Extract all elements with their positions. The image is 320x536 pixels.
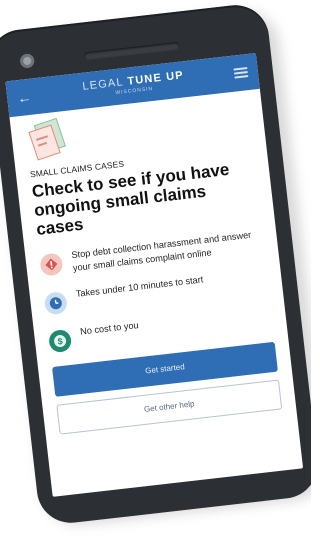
arrow-left-icon[interactable]: ← [16, 89, 34, 106]
feature-text: No cost to you [79, 319, 140, 337]
hamburger-menu-icon[interactable] [233, 67, 249, 79]
dollar-icon: $ [47, 328, 73, 354]
feature-text: Stop debt collection harassment and answ… [70, 229, 252, 273]
camera-icon [19, 53, 35, 69]
documents-illustration [28, 117, 68, 161]
app-logo: LEGAL TUNE UP WISCONSIN [82, 69, 185, 99]
canvas: ← LEGAL TUNE UP WISCONSIN SMALL CLAIMS C… [0, 0, 311, 536]
speaker-grille [83, 41, 180, 61]
main-content: SMALL CLAIMS CASES Check to see if you h… [9, 89, 296, 436]
clock-icon [43, 291, 68, 316]
alert-icon [39, 252, 64, 277]
feature-text: Takes under 10 minutes to start [75, 274, 204, 299]
phone-screen: ← LEGAL TUNE UP WISCONSIN SMALL CLAIMS C… [5, 53, 304, 497]
svg-text:$: $ [57, 336, 63, 347]
phone-frame: ← LEGAL TUNE UP WISCONSIN SMALL CLAIMS C… [0, 1, 311, 527]
